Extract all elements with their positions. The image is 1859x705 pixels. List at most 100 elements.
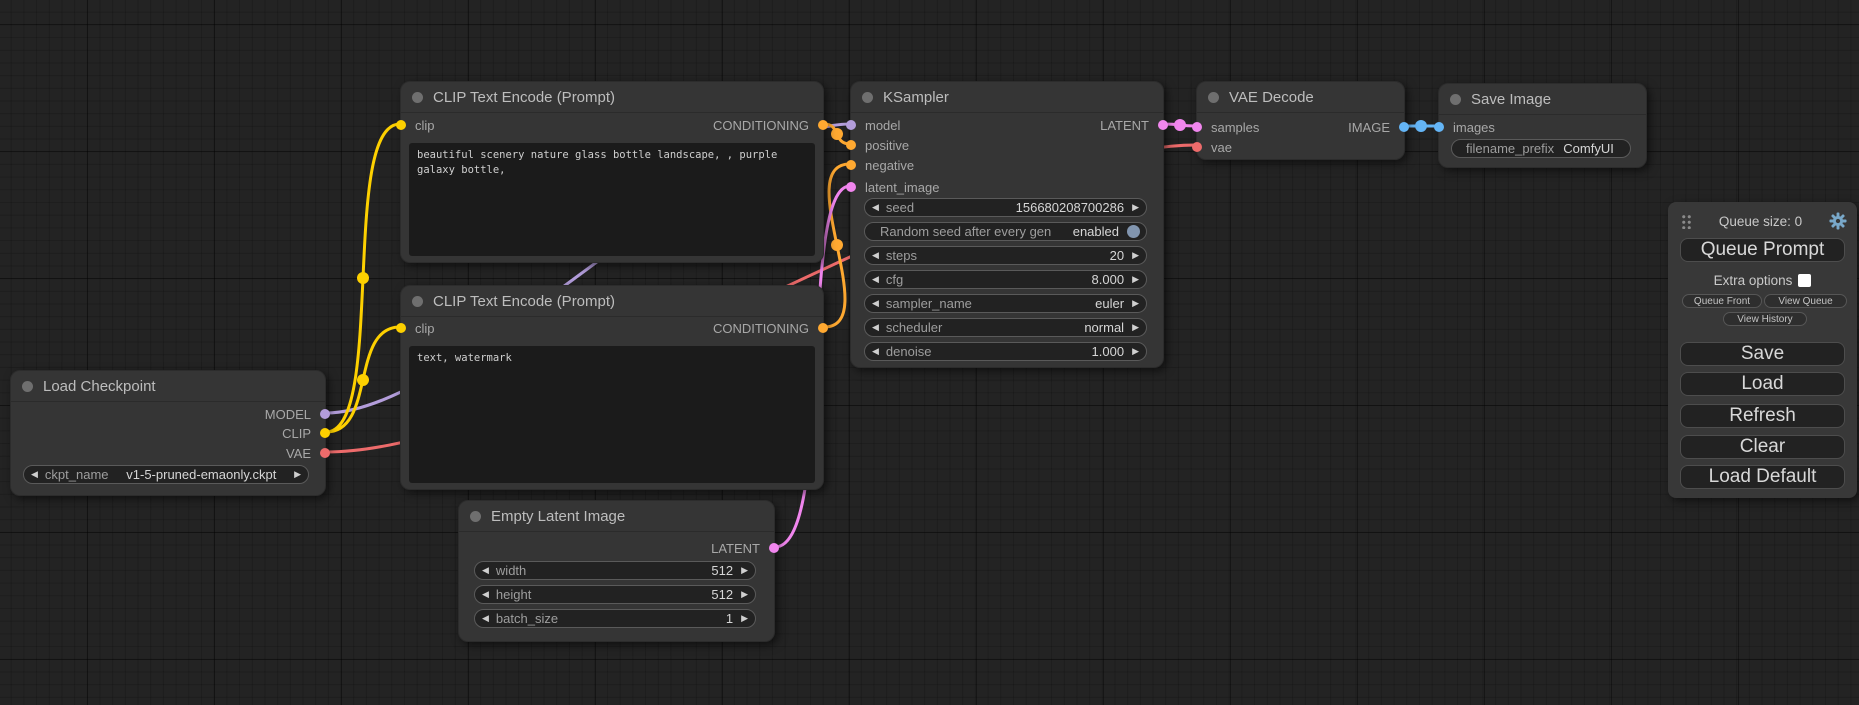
collapse-dot-icon[interactable] [1450, 94, 1461, 105]
widget-height[interactable]: ◀ height 512 ▶ [474, 585, 756, 604]
widget-seed[interactable]: ◀ seed 156680208700286 ▶ [864, 198, 1147, 217]
increment-arrow-icon[interactable]: ▶ [1132, 251, 1139, 260]
vae-port-icon[interactable] [320, 448, 330, 458]
node-ksampler[interactable]: KSampler model positive negative latent_… [850, 81, 1164, 368]
output-image[interactable]: IMAGE [1348, 117, 1404, 137]
output-latent[interactable]: LATENT [711, 538, 774, 558]
widget-value[interactable]: 1 [566, 611, 733, 626]
conditioning-port-icon[interactable] [846, 140, 856, 150]
increment-arrow-icon[interactable]: ▶ [1132, 203, 1139, 212]
node-empty-latent-image[interactable]: Empty Latent Image LATENT ◀ width 512 ▶ … [458, 500, 775, 642]
load-button[interactable]: Load [1680, 372, 1845, 396]
widget-denoise[interactable]: ◀ denoise 1.000 ▶ [864, 342, 1147, 361]
increment-arrow-icon[interactable]: ▶ [741, 590, 748, 599]
conditioning-port-icon[interactable] [846, 160, 856, 170]
collapse-dot-icon[interactable] [412, 92, 423, 103]
decrement-arrow-icon[interactable]: ◀ [482, 614, 489, 623]
widget-value[interactable]: ComfyUI [1562, 141, 1615, 156]
node-load-checkpoint[interactable]: Load Checkpoint MODEL CLIP VAE ◀ ckpt_na… [10, 370, 326, 496]
clip-port-icon[interactable] [396, 120, 406, 130]
widget-scheduler[interactable]: ◀ scheduler normal ▶ [864, 318, 1147, 337]
latent-port-icon[interactable] [1158, 120, 1168, 130]
widget-value[interactable]: 20 [925, 248, 1124, 263]
collapse-dot-icon[interactable] [862, 92, 873, 103]
increment-arrow-icon[interactable]: ▶ [741, 566, 748, 575]
collapse-dot-icon[interactable] [412, 296, 423, 307]
output-conditioning[interactable]: CONDITIONING [713, 115, 823, 135]
node-clip-text-encode-positive[interactable]: CLIP Text Encode (Prompt) clip CONDITION… [400, 81, 824, 263]
widget-steps[interactable]: ◀ steps 20 ▶ [864, 246, 1147, 265]
latent-port-icon[interactable] [1192, 122, 1202, 132]
input-clip[interactable]: clip [401, 318, 435, 338]
decrement-arrow-icon[interactable]: ◀ [872, 347, 879, 356]
wire-midpoint-dot[interactable] [357, 374, 369, 386]
vae-port-icon[interactable] [1192, 142, 1202, 152]
node-titlebar[interactable]: CLIP Text Encode (Prompt) [401, 82, 823, 113]
increment-arrow-icon[interactable]: ▶ [1132, 299, 1139, 308]
wire-midpoint-dot[interactable] [1415, 120, 1427, 132]
clip-port-icon[interactable] [396, 323, 406, 333]
extra-options-checkbox[interactable] [1798, 274, 1811, 287]
widget-value[interactable]: 8.000 [911, 272, 1124, 287]
refresh-button[interactable]: Refresh [1680, 404, 1845, 428]
input-model[interactable]: model [851, 115, 900, 135]
collapse-dot-icon[interactable] [470, 511, 481, 522]
queue-prompt-button[interactable]: Queue Prompt [1680, 238, 1845, 262]
prompt-textarea[interactable]: text, watermark [409, 346, 815, 483]
toggle-enabled-icon[interactable] [1127, 225, 1140, 238]
output-conditioning[interactable]: CONDITIONING [713, 318, 823, 338]
drag-handle-icon[interactable] [1681, 214, 1692, 229]
widget-cfg[interactable]: ◀ cfg 8.000 ▶ [864, 270, 1147, 289]
decrement-arrow-icon[interactable]: ◀ [872, 299, 879, 308]
decrement-arrow-icon[interactable]: ◀ [872, 323, 879, 332]
save-button[interactable]: Save [1680, 342, 1845, 366]
image-port-icon[interactable] [1434, 122, 1444, 132]
increment-arrow-icon[interactable]: ▶ [1132, 275, 1139, 284]
view-history-button[interactable]: View History [1723, 312, 1807, 326]
increment-arrow-icon[interactable]: ▶ [1132, 347, 1139, 356]
node-save-image[interactable]: Save Image images filename_prefix ComfyU… [1438, 83, 1647, 168]
input-images[interactable]: images [1439, 117, 1495, 137]
node-titlebar[interactable]: CLIP Text Encode (Prompt) [401, 286, 823, 317]
wire-midpoint-dot[interactable] [831, 239, 843, 251]
widget-value[interactable]: 512 [534, 563, 733, 578]
increment-arrow-icon[interactable]: ▶ [1132, 323, 1139, 332]
widget-value[interactable]: 512 [539, 587, 733, 602]
widget-sampler-name[interactable]: ◀ sampler_name euler ▶ [864, 294, 1147, 313]
increment-arrow-icon[interactable]: ▶ [741, 614, 748, 623]
node-titlebar[interactable]: Save Image [1439, 84, 1646, 115]
decrement-arrow-icon[interactable]: ◀ [872, 203, 879, 212]
widget-width[interactable]: ◀ width 512 ▶ [474, 561, 756, 580]
node-titlebar[interactable]: KSampler [851, 82, 1163, 113]
load-default-button[interactable]: Load Default [1680, 465, 1845, 489]
output-vae[interactable]: VAE [286, 443, 325, 463]
widget-value[interactable]: 1.000 [939, 344, 1124, 359]
increment-arrow-icon[interactable]: ▶ [294, 470, 301, 479]
clear-button[interactable]: Clear [1680, 435, 1845, 459]
collapse-dot-icon[interactable] [22, 381, 33, 392]
output-latent[interactable]: LATENT [1100, 115, 1163, 135]
decrement-arrow-icon[interactable]: ◀ [872, 275, 879, 284]
decrement-arrow-icon[interactable]: ◀ [31, 470, 38, 479]
widget-value[interactable]: euler [980, 296, 1124, 311]
image-port-icon[interactable] [1399, 122, 1409, 132]
node-titlebar[interactable]: VAE Decode [1197, 82, 1404, 113]
conditioning-port-icon[interactable] [818, 323, 828, 333]
input-clip[interactable]: clip [401, 115, 435, 135]
input-positive[interactable]: positive [851, 135, 909, 155]
decrement-arrow-icon[interactable]: ◀ [482, 590, 489, 599]
input-vae[interactable]: vae [1197, 137, 1232, 157]
node-vae-decode[interactable]: VAE Decode samples vae IMAGE [1196, 81, 1405, 160]
input-latent-image[interactable]: latent_image [851, 177, 939, 197]
widget-batch-size[interactable]: ◀ batch_size 1 ▶ [474, 609, 756, 628]
widget-value[interactable]: 156680208700286 [922, 200, 1124, 215]
view-queue-button[interactable]: View Queue [1764, 294, 1847, 308]
input-samples[interactable]: samples [1197, 117, 1259, 137]
model-port-icon[interactable] [846, 120, 856, 130]
decrement-arrow-icon[interactable]: ◀ [482, 566, 489, 575]
widget-random-seed[interactable]: Random seed after every gen enabled [864, 222, 1147, 241]
output-clip[interactable]: CLIP [282, 423, 325, 443]
widget-filename-prefix[interactable]: filename_prefix ComfyUI [1451, 139, 1631, 158]
wire-midpoint-dot[interactable] [357, 272, 369, 284]
conditioning-port-icon[interactable] [818, 120, 828, 130]
